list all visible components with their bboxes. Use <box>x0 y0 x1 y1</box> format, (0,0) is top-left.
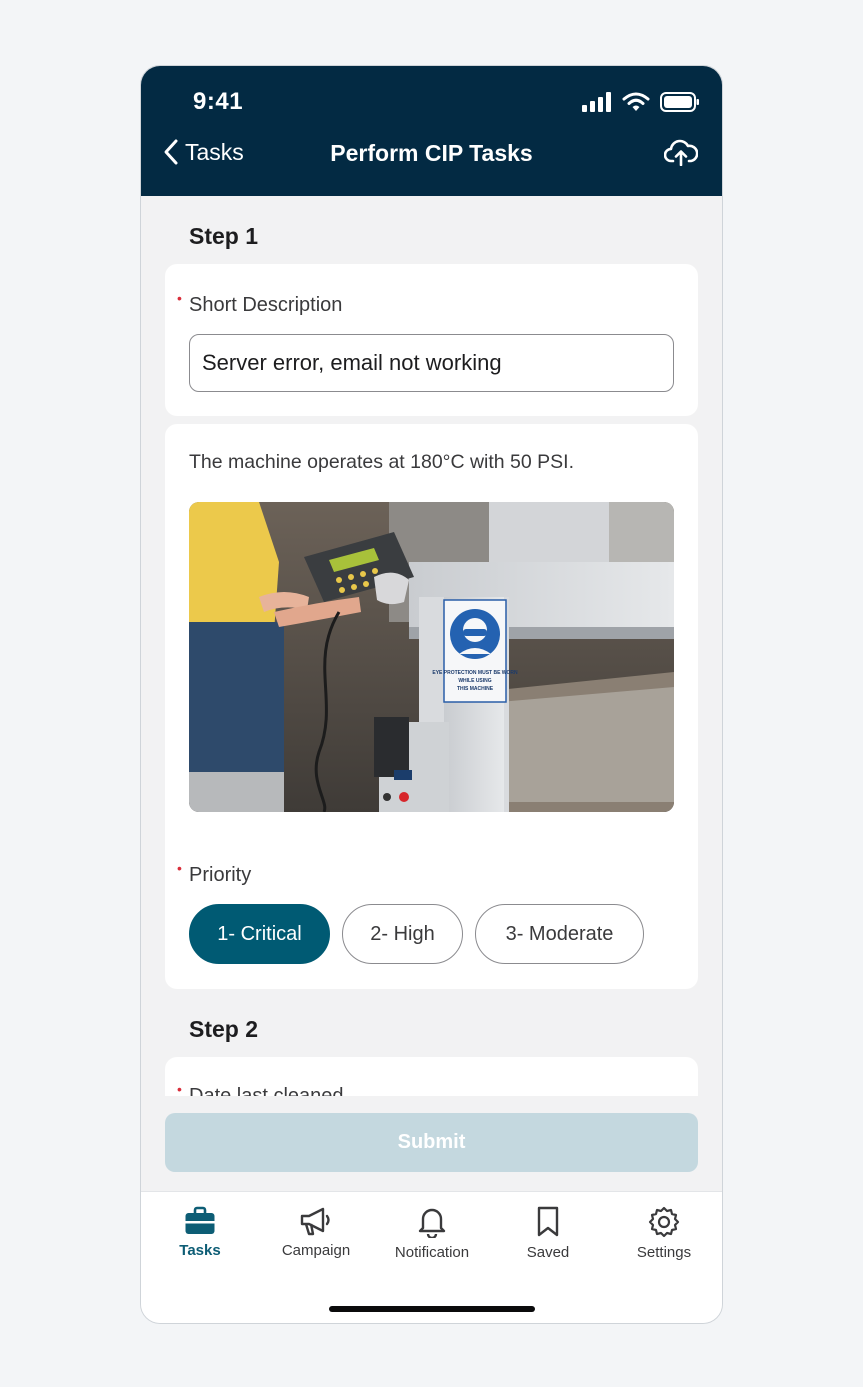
step-2-card: • Date last cleaned <box>165 1057 698 1096</box>
cloud-upload-icon <box>663 139 699 167</box>
battery-icon <box>660 92 699 112</box>
step-2-heading: Step 2 <box>189 1016 259 1042</box>
tab-campaign[interactable]: Campaign <box>258 1206 374 1259</box>
home-indicator <box>329 1306 535 1312</box>
machine-photo-illustration: EYE PROTECTION MUST BE WORN WHILE USING … <box>189 502 674 812</box>
tab-tasks[interactable]: Tasks <box>142 1206 258 1259</box>
tab-label: Tasks <box>179 1242 221 1259</box>
gear-icon <box>648 1206 680 1238</box>
priority-option-critical[interactable]: 1- Critical <box>189 904 330 964</box>
priority-options: 1- Critical 2- High 3- Moderate <box>189 904 644 964</box>
required-marker: • <box>177 290 182 306</box>
megaphone-icon <box>300 1207 330 1236</box>
tab-saved[interactable]: Saved <box>490 1206 606 1261</box>
priority-option-high[interactable]: 2- High <box>342 904 463 964</box>
short-description-card: • Short Description Server error, email … <box>165 264 698 416</box>
bell-icon <box>418 1208 446 1238</box>
short-description-label: • Short Description <box>177 290 343 316</box>
tab-bar: Tasks Campaign Notification Saved Settin… <box>141 1191 722 1323</box>
task-detail-card: The machine operates at 180°C with 50 PS… <box>165 424 698 989</box>
page-title: Perform CIP Tasks <box>330 140 533 166</box>
date-last-cleaned-label: • Date last cleaned <box>177 1081 344 1096</box>
scroll-content[interactable]: Step 1 • Short Description Server error,… <box>141 196 722 1096</box>
svg-text:THIS MACHINE: THIS MACHINE <box>457 686 494 692</box>
tab-label: Saved <box>526 1244 570 1261</box>
priority-label: • Priority <box>177 860 252 886</box>
submit-area: Submit <box>141 1096 722 1191</box>
status-icons <box>582 92 700 112</box>
phone-frame: 9:41 Tasks Perform CIP Tasks Step 1 • Sh… <box>140 65 723 1324</box>
tab-label: Settings <box>636 1244 692 1261</box>
machine-description: The machine operates at 180°C with 50 PS… <box>189 451 575 473</box>
tab-settings[interactable]: Settings <box>606 1206 722 1261</box>
tab-label: Notification <box>394 1244 470 1261</box>
bookmark-icon <box>537 1206 559 1237</box>
svg-text:WHILE USING: WHILE USING <box>458 678 491 684</box>
tab-label: Campaign <box>281 1242 351 1259</box>
app-header: 9:41 Tasks Perform CIP Tasks <box>141 66 722 196</box>
short-description-input[interactable]: Server error, email not working <box>189 334 674 392</box>
signal-icon <box>582 92 611 112</box>
wifi-icon <box>622 92 650 111</box>
required-marker: • <box>177 860 182 876</box>
machine-photo: EYE PROTECTION MUST BE WORN WHILE USING … <box>189 502 674 812</box>
submit-button[interactable]: Submit <box>165 1113 698 1172</box>
status-time: 9:41 <box>193 88 244 115</box>
cloud-upload-button[interactable] <box>663 138 699 171</box>
required-marker: • <box>177 1081 182 1096</box>
sign-text: EYE PROTECTION MUST BE WORN <box>432 670 518 676</box>
priority-option-moderate[interactable]: 3- Moderate <box>475 904 644 964</box>
briefcase-icon <box>185 1206 215 1234</box>
step-1-heading: Step 1 <box>189 223 259 249</box>
tab-notification[interactable]: Notification <box>374 1206 490 1261</box>
